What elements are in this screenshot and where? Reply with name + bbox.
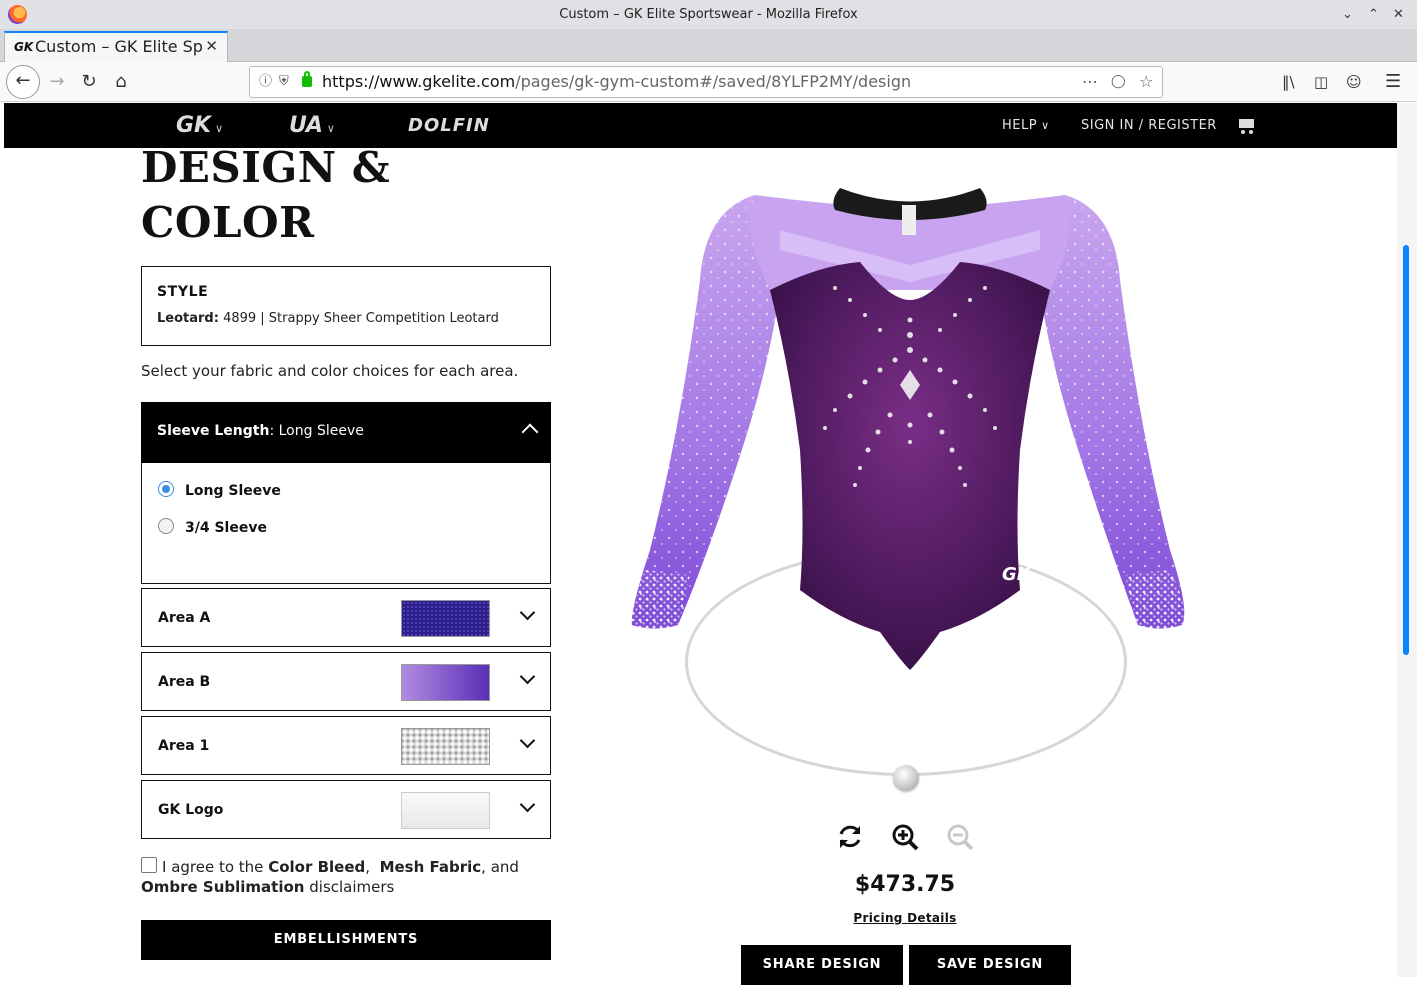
cart-icon[interactable] [1236,117,1256,134]
tab-title: Custom – GK Elite Sportswear [35,37,203,56]
browser-toolbar: ← → ↻ ⌂ ⓘ ⛨ https://www.gkelite.com/page… [0,62,1417,102]
sleeve-length-accordion-header[interactable]: Sleeve Length: Long Sleeve [141,402,551,463]
info-icon[interactable]: ⓘ [259,67,272,97]
area-b-accordion[interactable]: Area B [141,652,551,711]
disclaimer-agreement: I agree to the Color Bleed, Mesh Fabric,… [141,857,519,896]
share-design-button[interactable]: SHARE DESIGN [741,945,903,985]
style-value: Leotard: 4899 | Strappy Sheer Competitio… [157,311,499,326]
sleeve-length-options: Long Sleeve 3/4 Sleeve [141,463,551,584]
area-b-swatch [401,664,490,701]
page-title: DESIGN & COLOR [141,143,391,247]
pricing-details-link[interactable]: Pricing Details [810,911,1000,925]
leotard-preview-image: GK [631,188,1185,670]
maximize-icon[interactable]: ⌃ [1368,0,1379,29]
reload-icon[interactable]: ↻ [74,62,104,102]
minimize-icon[interactable]: ⌄ [1342,0,1353,29]
chevron-down-icon: ∨ [326,122,335,135]
firefox-icon [8,5,27,24]
sign-in-register-link[interactable]: SIGN IN / REGISTER [1081,103,1217,148]
url-bar[interactable]: ⓘ ⛨ https://www.gkelite.com/pages/gk-gym… [249,66,1163,98]
window-title: Custom – GK Elite Sportswear - Mozilla F… [559,7,858,22]
help-menu[interactable]: HELP ∨ [1002,103,1050,148]
pocket-icon[interactable]: ◯ [1111,67,1126,97]
style-label: STYLE [157,284,209,300]
save-design-button[interactable]: SAVE DESIGN [909,945,1071,985]
tab-custom-gk-elite[interactable]: GK Custom – GK Elite Sportswear ✕ [4,31,228,62]
chevron-up-icon [521,423,539,441]
agree-checkbox[interactable] [141,857,157,873]
library-icon[interactable]: ‖\ [1282,62,1295,102]
back-arrow-icon[interactable]: ← [6,65,40,99]
embellishments-button[interactable]: EMBELLISHMENTS [141,920,551,960]
chevron-down-icon: ∨ [215,122,224,135]
page-scrollbar-thumb[interactable] [1403,245,1409,655]
tracking-shield-icon[interactable]: ⛨ [279,67,289,97]
rotate-reset-icon[interactable] [835,822,865,852]
close-tab-icon[interactable]: ✕ [205,37,218,55]
menu-hamburger-icon[interactable]: ☰ [1385,62,1401,102]
chevron-down-icon [519,796,536,813]
radio-button-selected[interactable] [158,481,174,497]
sleeve-length-title: Sleeve Length: Long Sleeve [157,423,364,439]
area-a-accordion[interactable]: Area A [141,588,551,647]
lock-icon [302,71,312,87]
area-a-swatch [401,600,490,637]
sidebar-icon[interactable]: ◫ [1314,62,1328,102]
gk-logo-accordion[interactable]: GK Logo [141,780,551,839]
zoom-out-icon[interactable] [945,822,975,852]
gk-logo-swatch [401,792,490,829]
chevron-down-icon [519,604,536,621]
area-1-accordion[interactable]: Area 1 [141,716,551,775]
page-actions-icon[interactable]: ⋯ [1082,67,1098,97]
forward-arrow-icon[interactable]: → [42,62,72,102]
close-window-icon[interactable]: ✕ [1393,0,1404,29]
bookmark-star-icon[interactable]: ☆ [1139,67,1153,97]
mesh-fabric-link[interactable]: Mesh Fabric [380,858,482,876]
ombre-sublimation-link[interactable]: Ombre Sublimation [141,878,304,896]
chevron-down-icon: ∨ [1041,119,1050,132]
color-bleed-link[interactable]: Color Bleed [268,858,365,876]
area-1-swatch [401,728,490,765]
chevron-down-icon [519,668,536,685]
instructions-text: Select your fabric and color choices for… [141,362,519,380]
account-icon[interactable]: ☺ [1346,62,1362,102]
leotard-3d-viewer[interactable]: GK [610,170,1210,810]
gk-logo-on-leotard: GK [1002,564,1033,585]
gk-favicon-icon: GK [14,40,34,54]
chevron-down-icon [519,732,536,749]
rotation-handle[interactable] [893,765,919,791]
window-titlebar: Custom – GK Elite Sportswear - Mozilla F… [0,0,1417,29]
radio-button[interactable] [158,518,174,534]
price-amount: $473.75 [854,872,956,897]
url-text[interactable]: https://www.gkelite.com/pages/gk-gym-cus… [322,67,911,97]
tab-strip: GK Custom – GK Elite Sportswear ✕ + [0,29,1417,85]
zoom-in-icon[interactable] [890,822,920,852]
brand-dolfin-link[interactable]: DOLFIN [408,103,490,148]
style-summary: STYLE Leotard: 4899 | Strappy Sheer Comp… [141,266,551,346]
home-icon[interactable]: ⌂ [106,62,136,102]
